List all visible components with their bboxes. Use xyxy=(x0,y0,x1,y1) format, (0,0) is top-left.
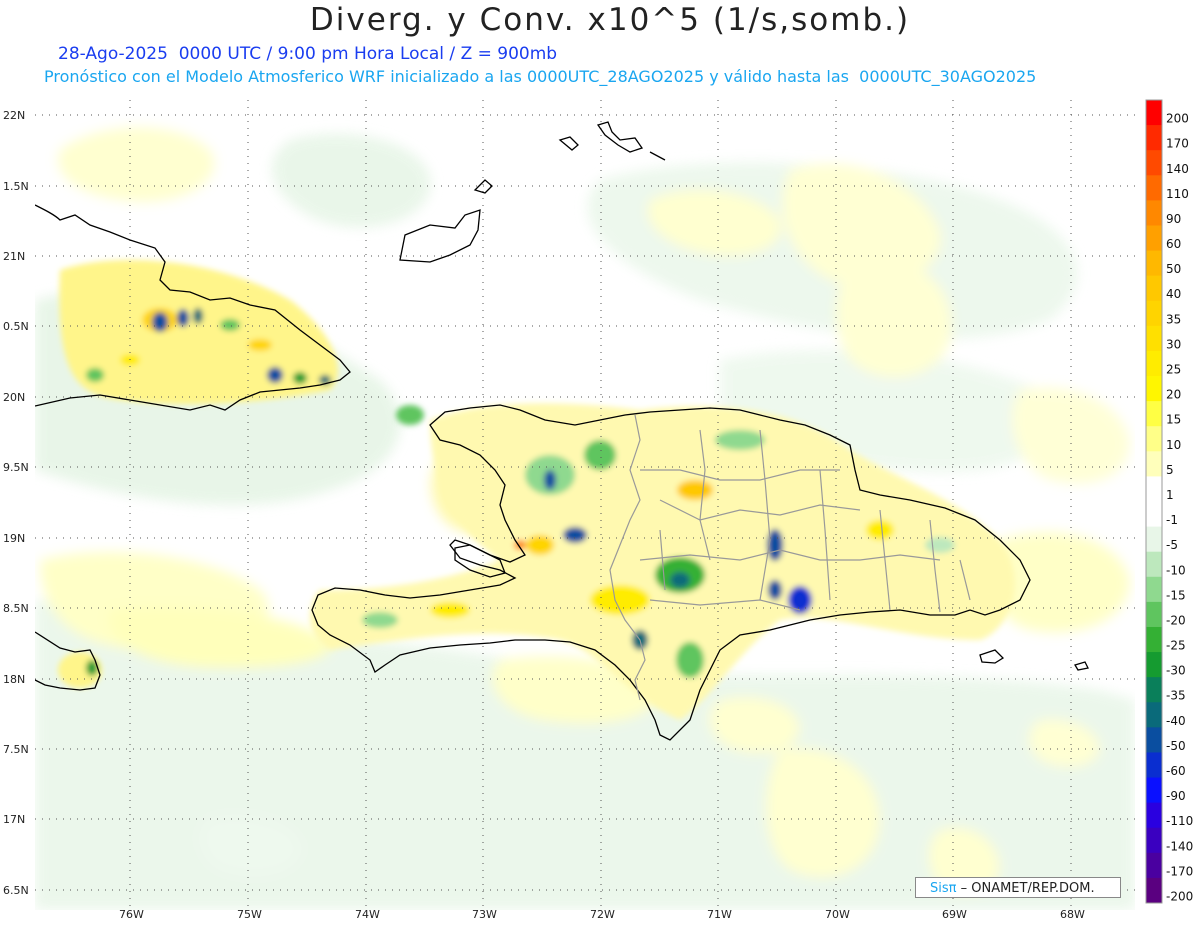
colorbar-swatch xyxy=(1146,275,1162,302)
colorbar-label: 40 xyxy=(1166,287,1181,301)
lat-label: 18N xyxy=(3,673,25,686)
colorbar-swatch xyxy=(1146,727,1162,753)
colorbar-label: -90 xyxy=(1166,789,1186,803)
lon-label: 68W xyxy=(1060,908,1085,921)
colorbar-label: -1 xyxy=(1166,513,1178,527)
colorbar-label: -20 xyxy=(1166,613,1186,627)
colorbar-swatch xyxy=(1146,100,1162,126)
colorbar-swatch xyxy=(1146,677,1162,703)
colorbar-label: 5 xyxy=(1166,463,1174,477)
colorbar-label: -200 xyxy=(1166,889,1193,903)
colorbar-swatch xyxy=(1146,777,1162,804)
lat-label: 0.5N xyxy=(3,320,29,333)
colorbar-swatch xyxy=(1146,476,1162,502)
colorbar-label: 90 xyxy=(1166,212,1181,226)
colorbar-swatch xyxy=(1146,225,1162,252)
colorbar-swatch xyxy=(1146,752,1162,779)
lon-label: 70W xyxy=(825,908,850,921)
divergence-map: 22N 1.5N 21N 0.5N 20N 9.5N 19N 8.5N 18N … xyxy=(3,99,1193,921)
colorbar-swatch xyxy=(1146,576,1162,603)
colorbar-label: 170 xyxy=(1166,137,1189,151)
lat-label: 17N xyxy=(3,813,25,826)
colorbar-swatch xyxy=(1146,652,1162,678)
colorbar-swatch xyxy=(1146,175,1162,201)
colorbar-label: 10 xyxy=(1166,438,1181,452)
colorbar-label: -110 xyxy=(1166,814,1193,828)
lat-label: 22N xyxy=(3,109,25,122)
colorbar-swatch xyxy=(1146,376,1162,402)
colorbar-swatch xyxy=(1146,451,1162,477)
colorbar-swatch xyxy=(1146,802,1162,829)
colorbar-swatch xyxy=(1146,852,1162,879)
colorbar-label: 50 xyxy=(1166,262,1181,276)
lon-label: 72W xyxy=(590,908,615,921)
colorbar-label: 15 xyxy=(1166,413,1181,427)
colorbar-label: -40 xyxy=(1166,714,1186,728)
colorbar-label: 110 xyxy=(1166,187,1189,201)
colorbar-swatch xyxy=(1146,200,1162,226)
colorbar-swatch xyxy=(1146,526,1162,553)
lon-label: 75W xyxy=(237,908,262,921)
colorbar-label: 140 xyxy=(1166,162,1189,176)
colorbar-swatch xyxy=(1146,601,1162,628)
lat-label: 6.5N xyxy=(3,884,29,897)
lon-label: 73W xyxy=(472,908,497,921)
colorbar-swatch xyxy=(1146,501,1162,528)
colorbar-label: -15 xyxy=(1166,588,1186,602)
credit-org: – ONAMET/REP.DOM. xyxy=(956,881,1095,896)
lon-label: 71W xyxy=(707,908,732,921)
colorbar-label: -140 xyxy=(1166,839,1193,853)
lon-label: 76W xyxy=(119,908,144,921)
colorbar-swatch xyxy=(1146,350,1162,377)
colorbar-swatch xyxy=(1146,877,1162,904)
colorbar-swatch xyxy=(1146,250,1162,277)
colorbar-swatch xyxy=(1146,702,1162,728)
lat-label: 21N xyxy=(3,250,25,263)
colorbar-label: 20 xyxy=(1166,388,1181,402)
colorbar-swatch xyxy=(1146,150,1162,176)
colorbar-label: -30 xyxy=(1166,664,1186,678)
credit-box: Sisπ – ONAMET/REP.DOM. xyxy=(915,877,1121,898)
colorbar-swatch xyxy=(1146,125,1162,151)
colorbar-label: -50 xyxy=(1166,739,1186,753)
lat-label: 9.5N xyxy=(3,461,29,474)
colorbar-swatch xyxy=(1146,325,1162,352)
colorbar-label: 200 xyxy=(1166,112,1189,126)
colorbar-swatch xyxy=(1146,426,1162,452)
colorbar-label: 30 xyxy=(1166,337,1181,351)
colorbar-swatch xyxy=(1146,626,1162,653)
colorbar-swatch xyxy=(1146,551,1162,578)
colorbar: 200 170 140 110 90 60 50 40 35 30 25 20 15 10 5 1 -1 -5 -1… xyxy=(1145,99,1193,904)
lat-label: 8.5N xyxy=(3,602,29,615)
colorbar-label: -35 xyxy=(1166,689,1186,703)
latitude-labels: 22N 1.5N 21N 0.5N 20N 9.5N 19N 8.5N 18N … xyxy=(3,109,29,897)
colorbar-swatch xyxy=(1146,401,1162,427)
colorbar-label: -60 xyxy=(1166,764,1186,778)
sispi-logo-text: Sisπ xyxy=(930,881,957,896)
lat-label: 7.5N xyxy=(3,743,29,756)
colorbar-label: -5 xyxy=(1166,538,1178,552)
colorbar-label: 60 xyxy=(1166,237,1181,251)
lat-label: 19N xyxy=(3,532,25,545)
colorbar-swatch xyxy=(1146,300,1162,327)
lat-label: 1.5N xyxy=(3,180,29,193)
lon-label: 69W xyxy=(942,908,967,921)
lat-label: 20N xyxy=(3,391,25,404)
colorbar-label: -170 xyxy=(1166,864,1193,878)
colorbar-label: 1 xyxy=(1166,488,1174,502)
colorbar-label: 25 xyxy=(1166,363,1181,377)
colorbar-label: -25 xyxy=(1166,639,1186,653)
colorbar-label: -10 xyxy=(1166,563,1186,577)
colorbar-label: 35 xyxy=(1166,312,1181,326)
colorbar-swatch xyxy=(1146,827,1162,854)
lon-label: 74W xyxy=(355,908,380,921)
